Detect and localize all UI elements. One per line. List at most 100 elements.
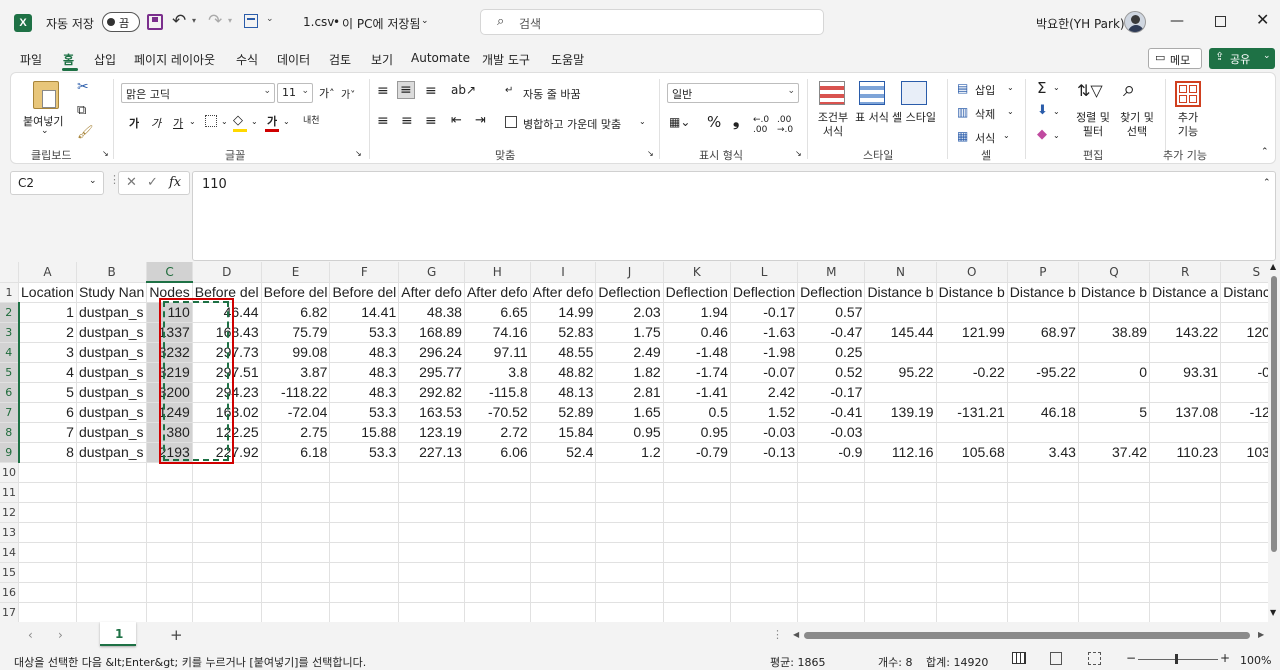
cell-b2[interactable]: dustpan_s bbox=[76, 302, 148, 323]
cell-n13[interactable] bbox=[864, 522, 937, 543]
cell-k9[interactable]: -0.79 bbox=[663, 442, 731, 463]
column-header-m[interactable]: M bbox=[797, 262, 866, 283]
cell-a7[interactable]: 6 bbox=[18, 402, 77, 423]
cell-e6[interactable]: -118.22 bbox=[261, 382, 331, 403]
cell-e3[interactable]: 75.79 bbox=[261, 322, 331, 343]
cell-b6[interactable]: dustpan_s bbox=[76, 382, 148, 403]
normal-view-icon[interactable] bbox=[1012, 652, 1026, 664]
cell-b15[interactable] bbox=[76, 562, 148, 583]
cell-b1[interactable]: Study Nan bbox=[76, 282, 148, 303]
cell-r3[interactable]: 143.22 bbox=[1149, 322, 1222, 343]
cell-b4[interactable]: dustpan_s bbox=[76, 342, 148, 363]
status-average[interactable]: 평균: 1865 bbox=[770, 654, 825, 670]
autosum-icon[interactable]: Σ bbox=[1037, 79, 1046, 97]
cell-l2[interactable]: -0.17 bbox=[730, 302, 799, 323]
cell-e1[interactable]: Before del bbox=[261, 282, 331, 303]
vertical-scrollbar[interactable]: ▲ ▼ bbox=[1268, 262, 1280, 622]
cell-f1[interactable]: Before del bbox=[329, 282, 400, 303]
cell-j11[interactable] bbox=[595, 482, 664, 503]
cell-styles-icon[interactable] bbox=[901, 81, 927, 105]
cell-l1[interactable]: Deflection bbox=[730, 282, 799, 303]
cell-r5[interactable]: 93.31 bbox=[1149, 362, 1222, 383]
cell-m16[interactable] bbox=[797, 582, 866, 603]
cell-h17[interactable] bbox=[464, 602, 531, 622]
cell-f2[interactable]: 14.41 bbox=[329, 302, 400, 323]
autosave-toggle[interactable]: 끔 bbox=[102, 12, 140, 32]
prev-sheet-icon[interactable]: ‹ bbox=[28, 628, 33, 642]
enter-icon[interactable]: ✓ bbox=[147, 175, 158, 190]
cell-r2[interactable] bbox=[1149, 302, 1222, 323]
cell-l12[interactable] bbox=[730, 502, 799, 523]
cell-o17[interactable] bbox=[936, 602, 1008, 622]
cell-q12[interactable] bbox=[1078, 502, 1151, 523]
cell-g3[interactable]: 168.89 bbox=[398, 322, 465, 343]
scroll-up-icon[interactable]: ▲ bbox=[1270, 262, 1276, 271]
cell-r4[interactable] bbox=[1149, 342, 1222, 363]
tab-file[interactable]: 파일 bbox=[20, 51, 42, 68]
cell-q3[interactable]: 38.89 bbox=[1078, 322, 1151, 343]
cell-l7[interactable]: 1.52 bbox=[730, 402, 799, 423]
cell-d11[interactable] bbox=[192, 482, 262, 503]
conditional-format-icon[interactable] bbox=[819, 81, 845, 105]
cell-f13[interactable] bbox=[329, 522, 400, 543]
cell-k5[interactable]: -1.74 bbox=[663, 362, 731, 383]
accounting-icon[interactable]: ▦⌄ bbox=[669, 115, 690, 129]
cell-o9[interactable]: 105.68 bbox=[936, 442, 1008, 463]
cell-a14[interactable] bbox=[18, 542, 77, 563]
cell-k15[interactable] bbox=[663, 562, 731, 583]
cell-k16[interactable] bbox=[663, 582, 731, 603]
cell-g13[interactable] bbox=[398, 522, 465, 543]
cell-p15[interactable] bbox=[1007, 562, 1079, 583]
sort-filter-icon[interactable]: ⇅▽ bbox=[1077, 81, 1103, 100]
cell-k8[interactable]: 0.95 bbox=[663, 422, 731, 443]
cell-b5[interactable]: dustpan_s bbox=[76, 362, 148, 383]
cell-f12[interactable] bbox=[329, 502, 400, 523]
cell-n15[interactable] bbox=[864, 562, 937, 583]
cell-f5[interactable]: 48.3 bbox=[329, 362, 400, 383]
cell-d13[interactable] bbox=[192, 522, 262, 543]
cell-b17[interactable] bbox=[76, 602, 148, 622]
paste-icon[interactable] bbox=[33, 81, 59, 109]
bold-button[interactable]: 가 bbox=[129, 115, 139, 131]
cell-o6[interactable] bbox=[936, 382, 1008, 403]
column-header-i[interactable]: I bbox=[530, 262, 597, 283]
cell-k10[interactable] bbox=[663, 462, 731, 483]
cell-o16[interactable] bbox=[936, 582, 1008, 603]
decrease-font-icon[interactable]: 가˅ bbox=[341, 86, 355, 101]
close-icon[interactable]: ✕ bbox=[1256, 10, 1269, 29]
addins-icon[interactable] bbox=[1175, 81, 1201, 107]
cell-j3[interactable]: 1.75 bbox=[595, 322, 664, 343]
cell-q4[interactable] bbox=[1078, 342, 1151, 363]
cell-n1[interactable]: Distance b bbox=[864, 282, 937, 303]
cell-j12[interactable] bbox=[595, 502, 664, 523]
cell-j6[interactable]: 2.81 bbox=[595, 382, 664, 403]
cell-e15[interactable] bbox=[261, 562, 331, 583]
cell-j16[interactable] bbox=[595, 582, 664, 603]
column-header-k[interactable]: K bbox=[663, 262, 731, 283]
cell-a13[interactable] bbox=[18, 522, 77, 543]
cell-p16[interactable] bbox=[1007, 582, 1079, 603]
tab-automate[interactable]: Automate bbox=[411, 51, 470, 65]
cell-b16[interactable] bbox=[76, 582, 148, 603]
cell-m13[interactable] bbox=[797, 522, 866, 543]
cell-m17[interactable] bbox=[797, 602, 866, 622]
next-sheet-icon[interactable]: › bbox=[58, 628, 63, 642]
font-launcher-icon[interactable]: ↘ bbox=[355, 149, 362, 158]
cell-q7[interactable]: 5 bbox=[1078, 402, 1151, 423]
cell-l6[interactable]: 2.42 bbox=[730, 382, 799, 403]
cell-n4[interactable] bbox=[864, 342, 937, 363]
maximize-icon[interactable] bbox=[1215, 16, 1226, 27]
cell-p10[interactable] bbox=[1007, 462, 1079, 483]
cell-g11[interactable] bbox=[398, 482, 465, 503]
tab-home[interactable]: 홈 bbox=[63, 51, 74, 68]
column-header-l[interactable]: L bbox=[730, 262, 799, 283]
page-break-view-icon[interactable] bbox=[1088, 652, 1101, 665]
cell-a6[interactable]: 5 bbox=[18, 382, 77, 403]
column-header-g[interactable]: G bbox=[398, 262, 465, 283]
cell-p5[interactable]: -95.22 bbox=[1007, 362, 1079, 383]
cell-n11[interactable] bbox=[864, 482, 937, 503]
cell-f9[interactable]: 53.3 bbox=[329, 442, 400, 463]
cell-i14[interactable] bbox=[530, 542, 597, 563]
tab-formulas[interactable]: 수식 bbox=[236, 51, 258, 68]
row-header[interactable]: 8 bbox=[0, 422, 20, 443]
